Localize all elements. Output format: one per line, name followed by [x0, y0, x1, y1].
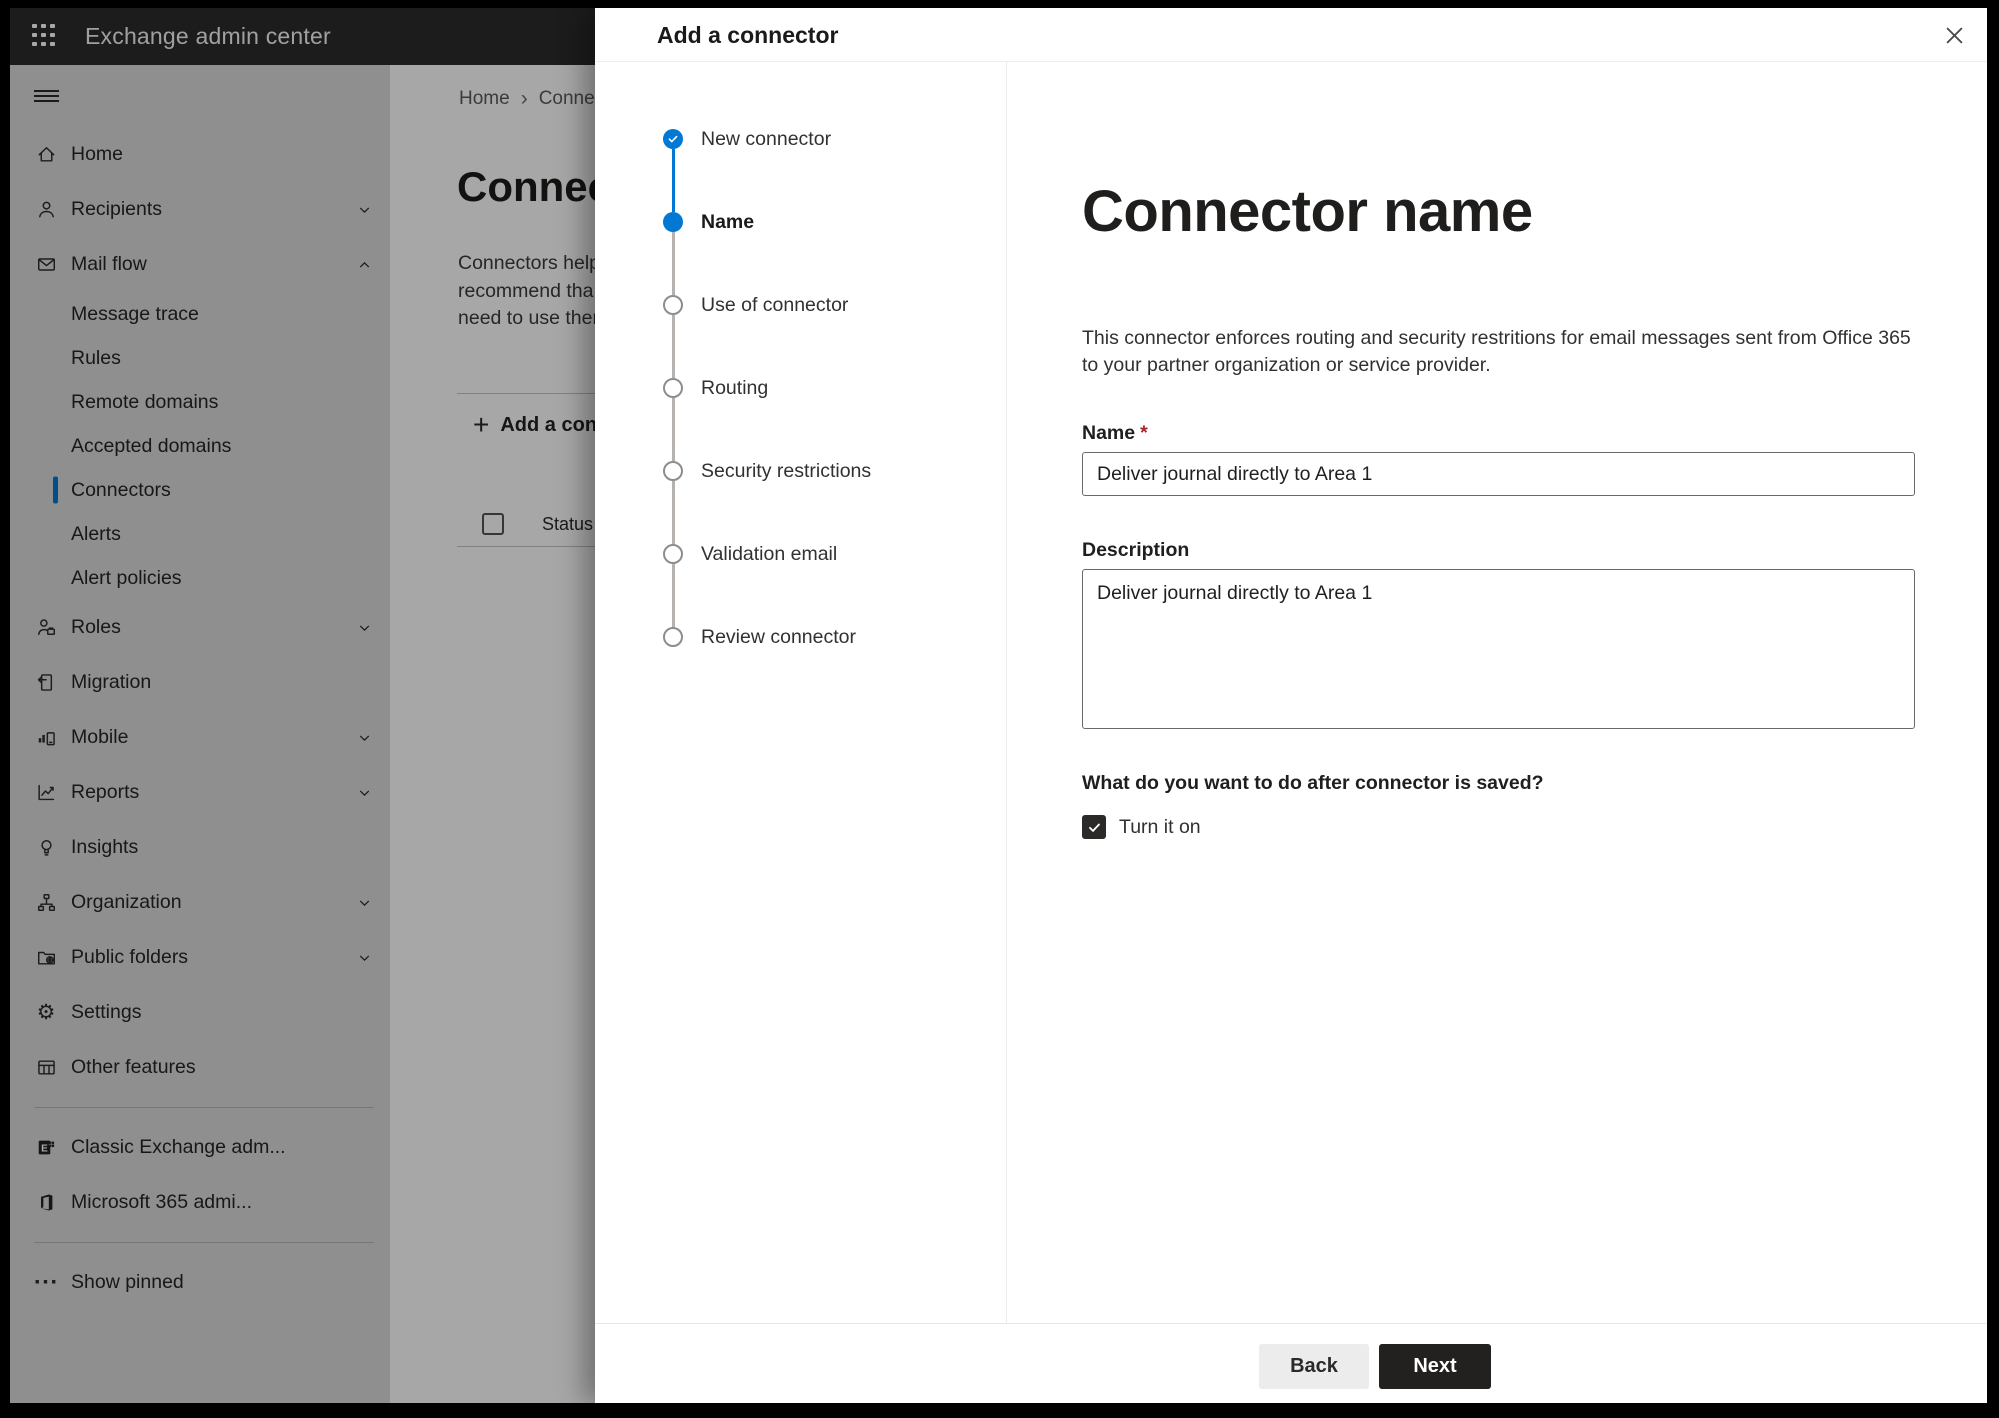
step-new-connector: New connector — [663, 127, 1006, 212]
name-input[interactable] — [1082, 452, 1915, 496]
dialog-title: Add a connector — [657, 22, 839, 48]
step-circle — [663, 627, 683, 647]
step-circle — [663, 378, 683, 398]
step-connector-line — [671, 564, 675, 627]
description-field-label: Description — [1082, 539, 1190, 561]
close-button[interactable] — [1933, 14, 1975, 56]
turn-it-on-checkbox[interactable] — [1082, 815, 1106, 839]
step-review-connector: Review connector — [663, 625, 1006, 648]
step-label: Use of connector — [701, 293, 849, 316]
turn-it-on-label: Turn it on — [1119, 815, 1201, 838]
step-circle — [663, 461, 683, 481]
step-security-restrictions: Security restrictions — [663, 459, 1006, 544]
step-label: Routing — [701, 376, 769, 399]
step-description: This connector enforces routing and secu… — [1082, 327, 1911, 376]
step-name: Name — [663, 210, 1006, 295]
add-connector-dialog: Add a connector New connector Name Use o… — [595, 8, 1987, 1403]
step-circle — [663, 295, 683, 315]
back-button[interactable]: Back — [1259, 1344, 1369, 1389]
close-icon — [1946, 27, 1962, 43]
required-asterisk: * — [1140, 422, 1148, 444]
step-circle — [663, 129, 683, 149]
step-connector-line — [671, 481, 675, 544]
next-button[interactable]: Next — [1379, 1344, 1491, 1389]
wizard-steps: New connector Name Use of connector Rout… — [595, 62, 1007, 1323]
step-connector-line — [671, 149, 675, 212]
dialog-body: New connector Name Use of connector Rout… — [595, 62, 1987, 1323]
step-label: Name — [701, 210, 755, 233]
step-circle — [663, 544, 683, 564]
step-routing: Routing — [663, 376, 1006, 461]
step-connector-line — [671, 315, 675, 378]
name-field-label: Name * — [1082, 422, 1148, 444]
step-connector-line — [671, 398, 675, 461]
step-label: New connector — [701, 127, 832, 150]
step-label: Security restrictions — [701, 459, 872, 482]
checkmark-icon — [1088, 823, 1100, 832]
wizard-step-content: Connector name This connector enforces r… — [1008, 62, 1987, 1323]
step-label: Validation email — [701, 542, 838, 565]
step-heading: Connector name — [1082, 179, 1533, 244]
after-save-question: What do you want to do after connector i… — [1082, 772, 1544, 794]
step-use-of-connector: Use of connector — [663, 293, 1006, 378]
description-input[interactable]: Deliver journal directly to Area 1 — [1082, 569, 1915, 729]
step-circle — [663, 212, 683, 232]
step-validation-email: Validation email — [663, 542, 1006, 627]
screen: Exchange admin center Home Recipients Ma… — [10, 8, 1987, 1403]
step-label: Review connector — [701, 625, 856, 648]
step-connector-line — [671, 232, 675, 295]
dialog-header: Add a connector — [595, 8, 1987, 62]
dialog-footer: Back Next — [595, 1323, 1987, 1403]
turn-it-on-row: Turn it on — [1082, 815, 1201, 839]
